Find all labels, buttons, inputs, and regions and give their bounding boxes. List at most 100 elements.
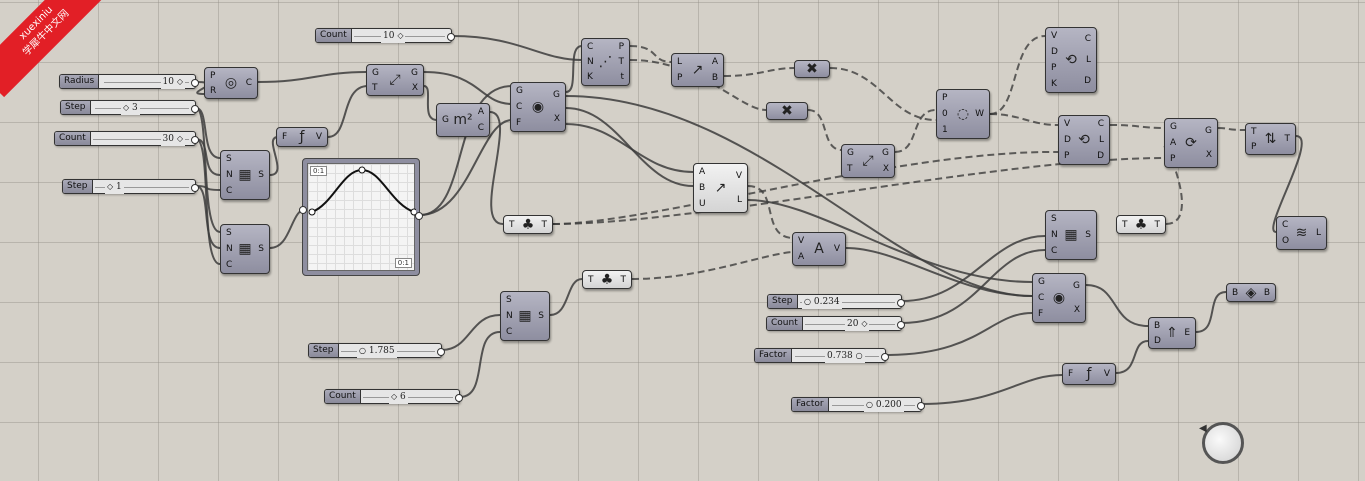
input-param[interactable]: F <box>1038 309 1045 319</box>
output-grip[interactable] <box>191 184 199 192</box>
output-param[interactable]: V <box>316 132 322 142</box>
input-param[interactable]: L <box>677 57 682 67</box>
output-param[interactable]: G <box>882 148 889 158</box>
input-param[interactable]: O <box>1282 236 1289 246</box>
count-slider[interactable]: Count 20 ◇ <box>766 316 905 331</box>
slider-handle-icon[interactable]: ◇ <box>861 319 867 328</box>
input-param[interactable]: P <box>1051 63 1058 73</box>
input-param[interactable]: T <box>1122 220 1128 230</box>
input-param[interactable]: C <box>516 102 523 112</box>
interpolate-component[interactable]: V D P C L D ⟲ <box>1058 115 1110 165</box>
expression-component[interactable]: F Vƒ <box>276 127 328 147</box>
input-param[interactable]: T <box>1251 127 1257 137</box>
slider-handle-icon[interactable]: ○ <box>856 351 863 360</box>
input-param[interactable]: P <box>1170 154 1177 164</box>
grasshopper-canvas[interactable]: xuexiniu 学犀牛中文网 Radius 10 ◇ Step ◇ 3 Cou… <box>0 0 1365 481</box>
input-param[interactable]: G <box>1170 122 1177 132</box>
input-param[interactable]: D <box>1064 135 1071 145</box>
input-param[interactable]: F <box>1068 369 1073 379</box>
input-param[interactable]: D <box>1154 336 1161 346</box>
slider-handle-icon[interactable]: ◇ <box>177 134 183 143</box>
input-param[interactable]: P <box>942 93 948 103</box>
output-param[interactable]: S <box>1085 230 1091 240</box>
output-param[interactable]: G <box>1205 126 1212 136</box>
input-param[interactable]: P <box>1064 151 1071 161</box>
input-param[interactable]: T <box>588 275 594 285</box>
input-param[interactable]: K <box>1051 79 1058 89</box>
graft-component[interactable]: T T ♣ <box>1116 215 1166 234</box>
output-param[interactable]: T <box>619 57 625 67</box>
output-param[interactable]: T <box>1155 220 1161 230</box>
slider-handle-icon[interactable]: ○ <box>804 297 811 306</box>
vector-amplitude-component[interactable]: VAVA <box>792 232 846 266</box>
amplitude-component[interactable]: A B U V L ↗ <box>693 163 748 213</box>
graft-component[interactable]: T T ♣ <box>503 215 553 234</box>
input-param[interactable]: V <box>798 236 804 246</box>
input-param[interactable]: N <box>226 244 233 254</box>
graph-area[interactable]: 0:1 0:1 <box>307 163 416 271</box>
input-param[interactable]: T <box>847 164 854 174</box>
input-param[interactable]: 1 <box>942 125 948 135</box>
count-slider[interactable]: Count ◇ 6 <box>324 389 463 404</box>
input-param[interactable]: P <box>210 71 216 81</box>
output-param[interactable]: B <box>1264 288 1270 298</box>
output-param[interactable]: V <box>1104 369 1110 379</box>
step-slider[interactable]: Step ◇ 1 <box>62 179 199 194</box>
output-param[interactable]: L <box>1086 55 1091 65</box>
output-param[interactable]: C <box>246 78 252 88</box>
graft-component[interactable]: T T ♣ <box>582 270 632 289</box>
input-param[interactable]: C <box>1038 293 1045 303</box>
output-param[interactable]: X <box>554 114 560 124</box>
radius-slider[interactable]: Radius 10 ◇ <box>59 74 199 89</box>
output-param[interactable]: X <box>412 83 418 93</box>
output-grip[interactable] <box>415 212 423 220</box>
output-param[interactable]: t <box>620 72 624 82</box>
output-grip[interactable] <box>881 353 889 361</box>
interpolate-component[interactable]: V D P K C L D ⟲ <box>1045 27 1097 93</box>
input-param[interactable]: P <box>1251 142 1257 152</box>
area-component[interactable]: G A Cm² <box>436 103 490 137</box>
output-param[interactable]: C <box>478 123 484 133</box>
input-param[interactable]: V <box>1051 31 1058 41</box>
output-param[interactable]: V <box>834 244 840 254</box>
output-param[interactable]: D <box>1097 151 1104 161</box>
input-param[interactable]: N <box>587 57 594 67</box>
output-param[interactable]: T <box>1285 134 1291 144</box>
slider-handle-icon[interactable]: ◇ <box>177 77 183 86</box>
input-param[interactable]: C <box>226 186 233 196</box>
output-param[interactable]: G <box>553 90 560 100</box>
output-grip[interactable] <box>191 105 199 113</box>
slider-handle-icon[interactable]: ◇ <box>107 182 113 191</box>
output-param[interactable]: L <box>1316 228 1321 238</box>
input-param[interactable]: A <box>1170 138 1177 148</box>
step-slider[interactable]: Step ○ 0.234 <box>767 294 905 309</box>
input-param[interactable]: S <box>226 228 233 238</box>
input-param[interactable]: G <box>1038 277 1045 287</box>
extrude-component[interactable]: B D E ⇑ <box>1148 317 1196 349</box>
input-param[interactable]: A <box>798 252 804 262</box>
output-param[interactable]: C <box>1098 119 1104 129</box>
slider-handle-icon[interactable]: ○ <box>359 346 366 355</box>
input-param[interactable]: A <box>699 167 706 177</box>
output-param[interactable]: A <box>712 57 718 67</box>
step-slider[interactable]: Step ◇ 3 <box>60 100 199 115</box>
slider-handle-icon[interactable]: ◇ <box>123 103 129 112</box>
step-slider[interactable]: Step ○ 1.785 <box>308 343 445 358</box>
series-component[interactable]: S N C S ▦ <box>500 291 550 341</box>
input-param[interactable]: B <box>699 183 706 193</box>
series-component[interactable]: S N C S ▦ <box>1045 210 1097 260</box>
move-component[interactable]: G T G X ⤢ <box>841 144 895 178</box>
input-param[interactable]: G <box>516 86 523 96</box>
brep-component[interactable]: B B ◈ <box>1226 283 1276 302</box>
output-grip[interactable] <box>455 394 463 402</box>
output-grip[interactable] <box>447 33 455 41</box>
input-param[interactable]: N <box>226 170 233 180</box>
flip-component[interactable]: T P T ⇅ <box>1245 123 1296 155</box>
expression-component[interactable]: F Vƒ <box>1062 363 1116 385</box>
input-param[interactable]: T <box>372 83 379 93</box>
input-param[interactable]: F <box>282 132 287 142</box>
input-param[interactable]: C <box>1282 220 1289 230</box>
slider-handle-icon[interactable]: ○ <box>866 400 873 409</box>
count-slider[interactable]: Count 10 ◇ <box>315 28 455 43</box>
output-param[interactable]: W <box>975 109 984 119</box>
